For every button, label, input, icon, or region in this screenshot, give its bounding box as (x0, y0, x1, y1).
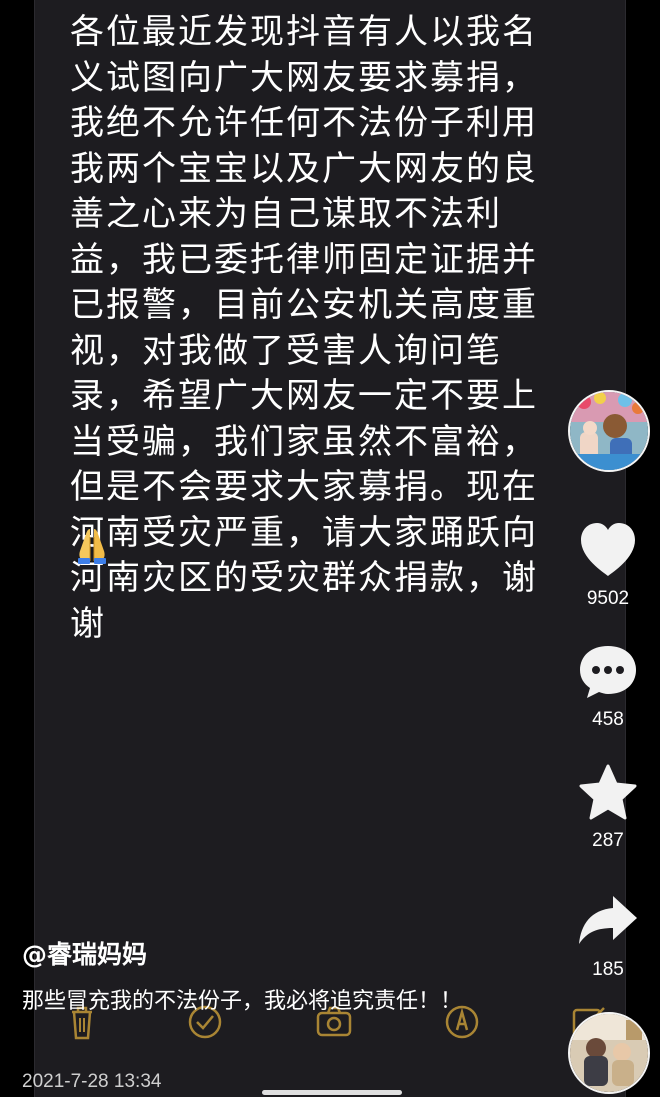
folded-hands-icon (78, 529, 106, 564)
creator-avatar[interactable] (568, 390, 650, 472)
post-date: 2021-7-28 13:34 (22, 1071, 162, 1092)
share-arrow-icon[interactable] (573, 888, 643, 950)
comment-bubble-icon[interactable] (573, 640, 643, 702)
like-count: 9502 (586, 588, 630, 609)
author-username[interactable]: @睿瑞妈妈 (22, 935, 147, 971)
favorite-star-icon[interactable] (573, 762, 643, 824)
favorite-count: 287 (592, 830, 624, 851)
music-disc-avatar[interactable] (568, 1012, 650, 1094)
avatar-photo-icon (570, 392, 648, 470)
music-disc-photo-icon (570, 1014, 648, 1092)
like-heart-icon[interactable] (573, 518, 643, 580)
home-indicator (262, 1090, 402, 1095)
share-count: 185 (592, 959, 624, 980)
comment-count: 458 (592, 709, 624, 730)
post-caption: 那些冒充我的不法份子，我必将追究责任！！ (22, 989, 463, 1014)
note-text: 各位最近发现抖音有人以我名义试图向广大网友要求募捐，我绝不允许任何不法份子利用我… (70, 12, 538, 644)
